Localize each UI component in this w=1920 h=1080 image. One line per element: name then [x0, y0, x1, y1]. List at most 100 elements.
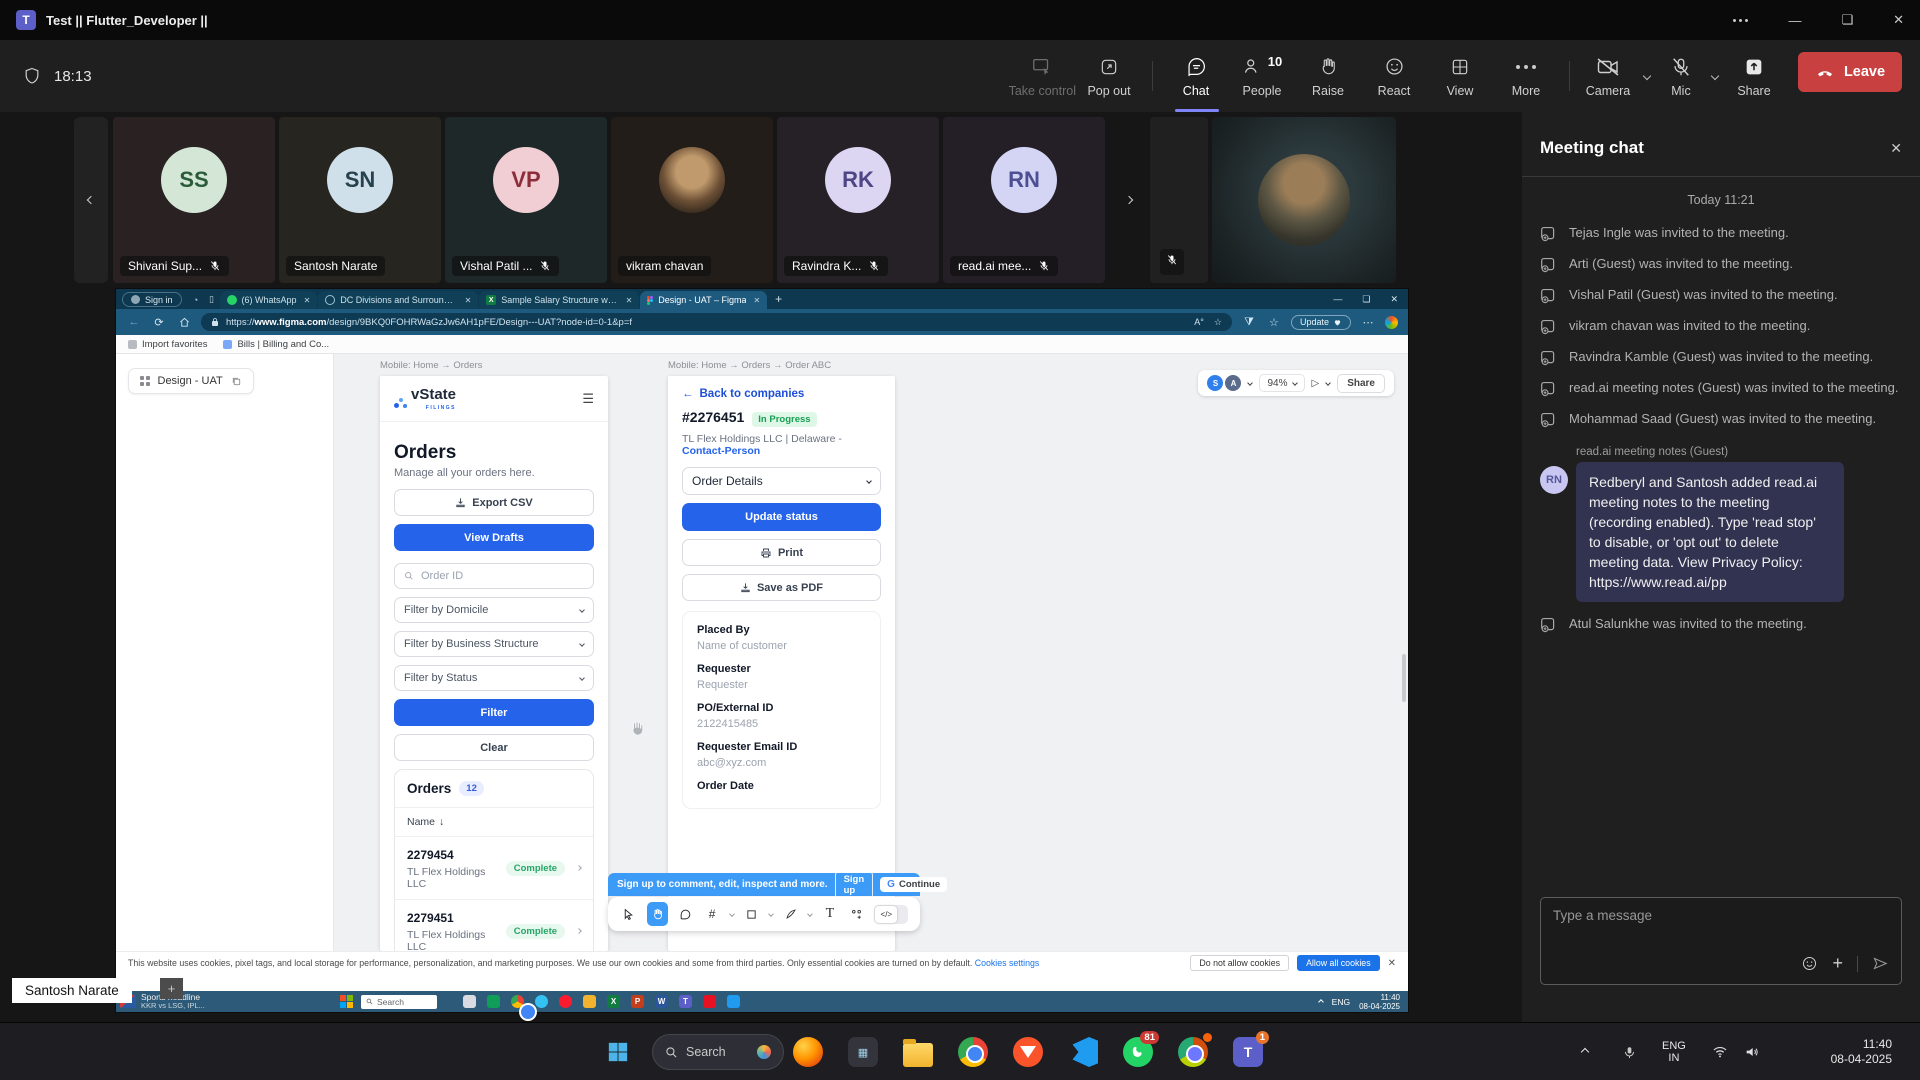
- figma-file-chip[interactable]: Design - UAT: [128, 368, 254, 394]
- figma-share-button[interactable]: Share: [1337, 374, 1385, 393]
- participant-tile[interactable]: vikram chavan: [611, 117, 773, 283]
- clear-button[interactable]: Clear: [394, 734, 594, 761]
- allow-cookies-button[interactable]: Allow all cookies: [1297, 955, 1380, 971]
- browser-tab-active[interactable]: Design - UAT – Figma✕: [640, 291, 767, 309]
- taskbar-whatsapp-icon[interactable]: 81: [1120, 1034, 1156, 1070]
- gallery-prev-button[interactable]: [74, 117, 108, 283]
- view-drafts-button[interactable]: View Drafts: [394, 524, 594, 551]
- maximize-button[interactable]: ❏: [1841, 12, 1853, 28]
- filter-domicile-select[interactable]: Filter by Domicile: [394, 597, 594, 623]
- text-tool-icon[interactable]: T: [821, 904, 839, 924]
- mic-button[interactable]: Mic: [1658, 44, 1704, 108]
- order-details-select[interactable]: Order Details: [682, 467, 881, 495]
- pen-tool-icon[interactable]: [782, 904, 800, 924]
- hand-tool-icon[interactable]: [647, 902, 668, 926]
- gallery-next-button[interactable]: [1118, 117, 1140, 283]
- shape-tool-icon[interactable]: [743, 904, 761, 924]
- taskbar-chrome-icon[interactable]: [955, 1034, 991, 1070]
- more-button[interactable]: More: [1493, 44, 1559, 108]
- titlebar-more-icon[interactable]: [1733, 19, 1748, 22]
- chevron-down-icon[interactable]: [1248, 380, 1254, 386]
- taskbar-vscode-icon[interactable]: [1065, 1034, 1101, 1070]
- minimize-button[interactable]: —: [1788, 13, 1801, 28]
- leave-button[interactable]: Leave: [1798, 52, 1902, 92]
- start-button[interactable]: [600, 1034, 636, 1070]
- collaborator-avatar[interactable]: A: [1225, 375, 1241, 391]
- new-tab-button[interactable]: +: [775, 292, 782, 306]
- shared-taskbar-app-icon[interactable]: P: [631, 995, 644, 1008]
- browser-more-icon[interactable]: ⋯: [1360, 316, 1376, 329]
- shared-language-indicator[interactable]: ENG: [1332, 997, 1350, 1007]
- tab-close-icon[interactable]: ✕: [626, 296, 633, 305]
- taskbar-firefox-icon[interactable]: [790, 1034, 826, 1070]
- shared-taskbar-app-icon[interactable]: [511, 995, 524, 1008]
- address-bar[interactable]: https://www.figma.com/design/9BKQ0FOHRWa…: [201, 313, 1232, 331]
- tab-close-icon[interactable]: ✕: [465, 296, 472, 305]
- send-icon[interactable]: [1872, 955, 1889, 972]
- save-as-pdf-button[interactable]: Save as PDF: [682, 574, 881, 601]
- wifi-icon[interactable]: [1712, 1023, 1728, 1080]
- chat-message-input[interactable]: Type a message +: [1540, 897, 1902, 985]
- chevron-down-icon[interactable]: [768, 911, 773, 916]
- shared-taskbar-app-icon[interactable]: X: [607, 995, 620, 1008]
- deny-cookies-button[interactable]: Do not allow cookies: [1190, 955, 1289, 971]
- shared-taskbar-app-icon[interactable]: [487, 995, 500, 1008]
- camera-button[interactable]: Camera: [1580, 44, 1636, 108]
- read-aloud-icon[interactable]: A°: [1194, 317, 1204, 327]
- shared-taskbar-app-icon[interactable]: [559, 995, 572, 1008]
- browser-tab[interactable]: X Sample Salary Structure with calc✕: [479, 291, 639, 309]
- taskbar-app-icon[interactable]: ▦: [845, 1034, 881, 1070]
- clock[interactable]: 11:4008-04-2025: [1800, 1023, 1906, 1080]
- mic-options-chevron[interactable]: [1704, 56, 1726, 96]
- design-frame-orders[interactable]: vStateFILINGS ☰ Orders Manage all your o…: [380, 376, 608, 951]
- taskbar-search-box[interactable]: Search: [652, 1034, 784, 1070]
- filter-status-select[interactable]: Filter by Status: [394, 665, 594, 691]
- bookmark-item[interactable]: Bills | Billing and Co...: [223, 339, 329, 350]
- collaborator-avatar[interactable]: S: [1207, 375, 1223, 391]
- cookie-close-icon[interactable]: ✕: [1388, 958, 1396, 969]
- overlay-plus-button[interactable]: +: [160, 978, 183, 999]
- browser-tab[interactable]: (6) WhatsApp✕: [220, 291, 318, 309]
- language-indicator[interactable]: ENGIN: [1662, 1023, 1686, 1080]
- frame-label[interactable]: Mobile: Home → Orders → Order ABC: [668, 360, 831, 371]
- order-row[interactable]: 2279451TL Flex Holdings LLC Complete: [395, 900, 593, 951]
- design-frame-order-detail[interactable]: ←Back to companies #2276451In Progress T…: [668, 376, 895, 951]
- back-to-companies-link[interactable]: ←Back to companies: [682, 388, 881, 400]
- shared-taskbar-app-icon[interactable]: [583, 995, 596, 1008]
- shared-tray-chevron-icon[interactable]: [1318, 999, 1324, 1005]
- shared-taskbar-app-icon[interactable]: W: [655, 995, 668, 1008]
- taskbar-app-icon[interactable]: [1175, 1034, 1211, 1070]
- participant-tile[interactable]: RK Ravindra K...: [777, 117, 939, 283]
- close-button[interactable]: ✕: [1893, 12, 1904, 28]
- shared-search-box[interactable]: Search: [361, 995, 437, 1009]
- share-button[interactable]: Share: [1726, 44, 1782, 108]
- view-button[interactable]: View: [1427, 44, 1493, 108]
- emoji-icon[interactable]: [1801, 955, 1818, 972]
- chevron-down-icon[interactable]: [1325, 380, 1331, 386]
- copilot-icon[interactable]: [1385, 316, 1398, 329]
- workspaces-icon[interactable]: ◔: [188, 292, 204, 307]
- tray-chevron-up[interactable]: [1582, 1023, 1588, 1080]
- frame-label[interactable]: Mobile: Home → Orders: [380, 360, 482, 371]
- present-play-icon[interactable]: ▷: [1312, 378, 1320, 389]
- frame-tool-icon[interactable]: #: [703, 904, 721, 924]
- name-column-header[interactable]: Name↓: [395, 808, 593, 837]
- participant-tile-partial[interactable]: [1150, 117, 1208, 283]
- canvas-scrollbar[interactable]: [1402, 654, 1406, 702]
- figma-canvas[interactable]: Mobile: Home → Orders Mobile: Home → Ord…: [334, 354, 1408, 951]
- home-icon[interactable]: [176, 317, 192, 328]
- browser-tab[interactable]: DC Divisions and Surroundings✕: [318, 291, 478, 309]
- taskbar-brave-icon[interactable]: [1010, 1034, 1046, 1070]
- order-row[interactable]: 2279454TL Flex Holdings LLC Complete: [395, 837, 593, 900]
- browser-profile-button[interactable]: Sign in: [122, 292, 182, 307]
- google-continue-button[interactable]: GContinue: [880, 877, 947, 892]
- participant-tile[interactable]: SN Santosh Narate: [279, 117, 441, 283]
- spotlight-tile[interactable]: [1212, 117, 1396, 283]
- shared-start-button[interactable]: [340, 995, 353, 1008]
- favorite-star-icon[interactable]: ☆: [1214, 317, 1222, 328]
- people-button[interactable]: 10 People: [1229, 44, 1295, 108]
- tray-mic-icon[interactable]: [1622, 1023, 1637, 1080]
- cookie-settings-link[interactable]: Cookies settings: [975, 958, 1040, 968]
- participant-tile[interactable]: SS Shivani Sup...: [113, 117, 275, 283]
- chevron-down-icon[interactable]: [808, 911, 813, 916]
